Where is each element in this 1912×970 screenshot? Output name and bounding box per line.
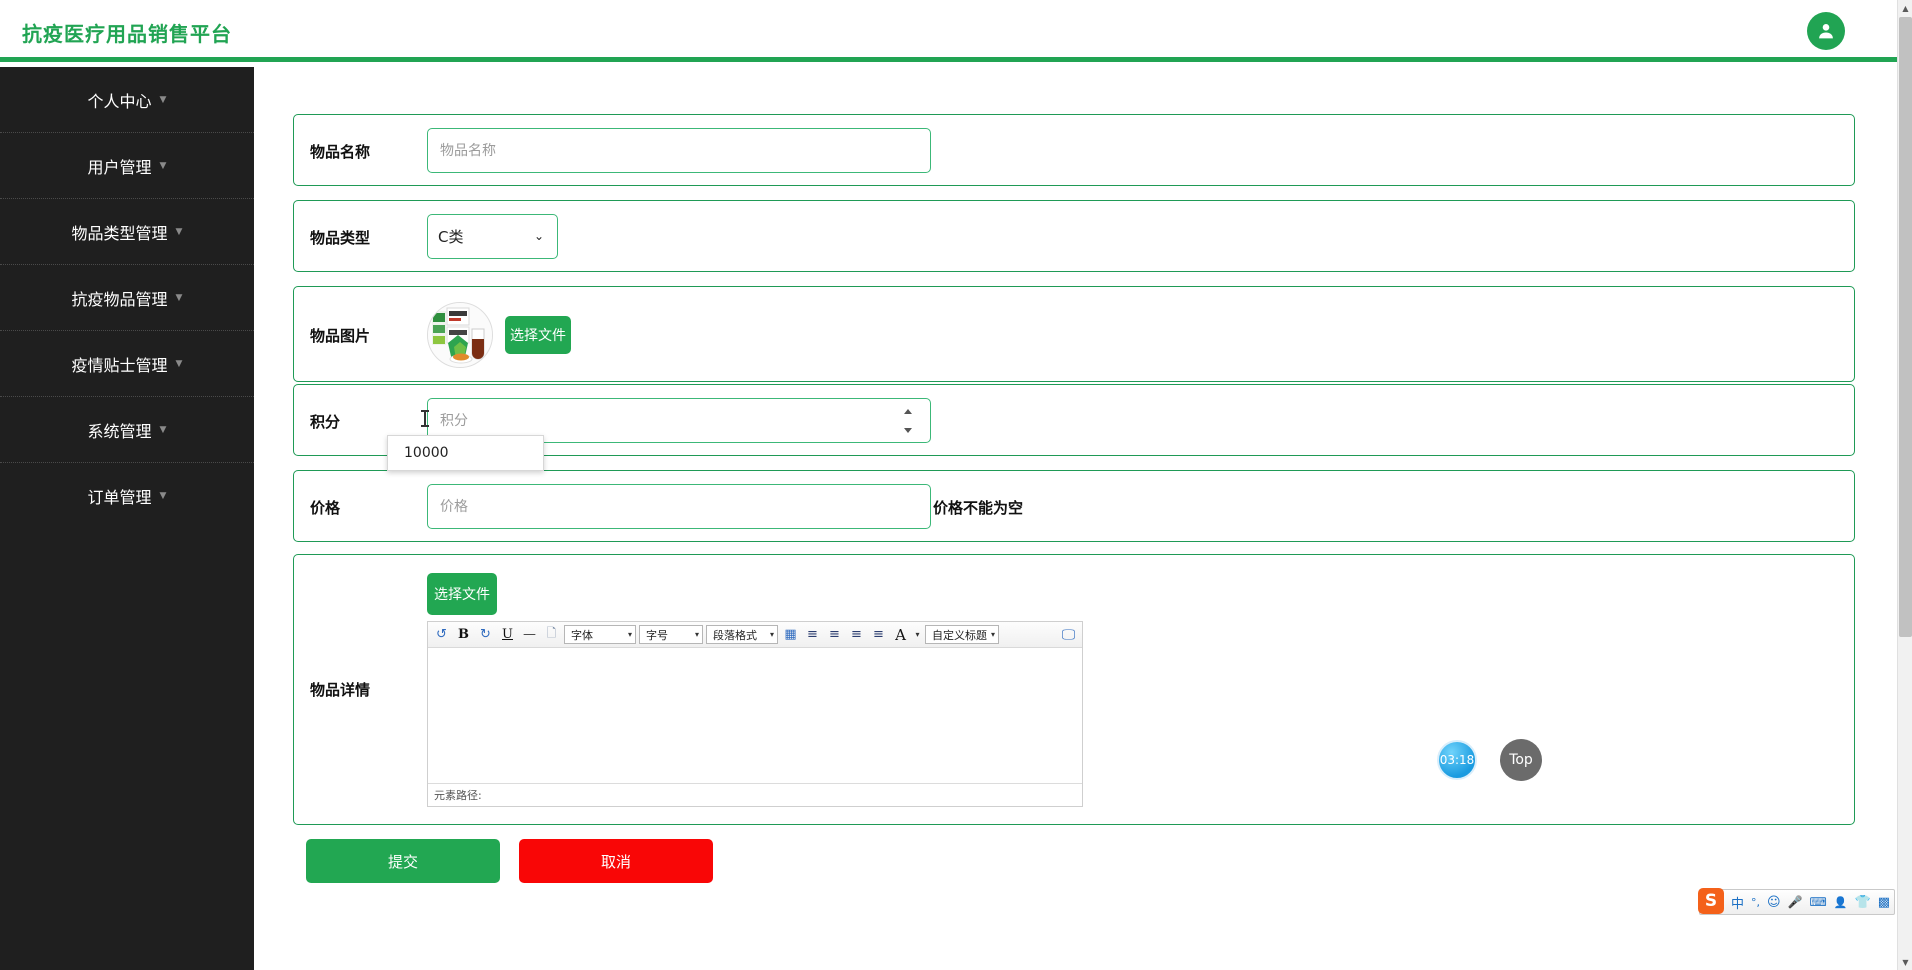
sidebar-item-label: 用户管理 [87,157,152,177]
rich-text-editor: ↺ B ↻ U — 🗋 字体 ▾ 字号 ▾ 段落格式 ▾ ▦ ≡ ≡ ≡ ≡ A… [427,621,1083,807]
sidebar-item-label: 物品类型管理 [71,223,168,243]
sidebar-item-order-management[interactable]: 订单管理 ▼ [0,463,254,529]
fullscreen-icon[interactable]: 🖵 [1059,625,1078,645]
user-center-icon[interactable]: 👤 [1834,896,1848,909]
form-row-price: 价格 价格不能为空 [293,470,1855,542]
sidebar-item-label: 抗疫物品管理 [71,289,168,309]
sidebar-item-tips-management[interactable]: 疫情贴士管理 ▼ [0,331,254,397]
chevron-down-icon: ▾ [694,630,699,639]
timer-badge[interactable]: 03:18 [1437,740,1477,780]
chevron-down-icon: ▼ [159,424,167,435]
paragraph-format-select[interactable]: 段落格式 ▾ [706,625,778,644]
product-photo-icon [428,303,492,367]
cancel-button[interactable]: 取消 [519,839,713,883]
emoji-icon[interactable]: ☺ [1767,895,1781,910]
sidebar-item-label: 系统管理 [87,421,152,441]
item-detail-label: 物品详情 [310,681,371,699]
horizontal-rule-icon[interactable]: — [520,625,539,645]
choose-detail-file-button[interactable]: 选择文件 [427,573,497,615]
sidebar-item-supplies-management[interactable]: 抗疫物品管理 ▼ [0,265,254,331]
editor-toolbar: ↺ B ↻ U — 🗋 字体 ▾ 字号 ▾ 段落格式 ▾ ▦ ≡ ≡ ≡ ≡ A… [428,622,1082,648]
toolbox-icon[interactable]: ▩ [1878,895,1890,910]
soft-keyboard-icon[interactable]: ⌨ [1810,895,1827,909]
form-row-item-detail: 物品详情 选择文件 ↺ B ↻ U — 🗋 字体 ▾ 字号 ▾ 段落格式 ▾ ▦… [293,554,1855,825]
sidebar-item-item-type-management[interactable]: 物品类型管理 ▼ [0,199,254,265]
sidebar-item-label: 订单管理 [87,488,152,507]
bold-icon[interactable]: B [454,625,473,645]
item-name-input[interactable] [427,128,931,173]
sidebar-item-personal-center[interactable]: 个人中心 ▼ [0,67,254,133]
punctuation-icon[interactable]: °, [1751,896,1760,909]
sidebar-item-system-management[interactable]: 系统管理 ▼ [0,397,254,463]
custom-title-select[interactable]: 自定义标题 ▾ [925,625,1000,644]
editor-element-path: 元素路径: [428,783,1082,805]
item-name-label: 物品名称 [310,143,371,161]
skin-icon[interactable]: 👕 [1855,895,1871,910]
form-row-item-image: 物品图片 选择文件 [293,286,1855,382]
chevron-down-icon: ▼ [175,358,183,369]
choose-image-file-button[interactable]: 选择文件 [505,316,571,354]
price-label: 价格 [310,499,341,517]
sidebar-item-label: 疫情贴士管理 [71,355,168,375]
item-image-label: 物品图片 [310,327,371,345]
chevron-down-icon: ▾ [769,630,774,639]
main-content: 物品名称 物品类型 C类 ⌄ 物品图片 [254,67,1897,970]
item-image-thumbnail[interactable] [427,302,493,368]
item-type-label: 物品类型 [310,229,371,247]
back-to-top-button[interactable]: Top [1500,739,1542,781]
font-size-value: 字号 [646,628,668,642]
chevron-down-icon: ▼ [159,160,167,171]
font-color-chevron-down-icon[interactable]: ▾ [913,625,922,645]
paragraph-format-value: 段落格式 [713,628,757,642]
scrollbar-thumb[interactable] [1899,17,1912,637]
price-input[interactable] [427,484,931,529]
scroll-down-icon[interactable]: ▼ [1898,954,1912,970]
page-scrollbar[interactable]: ▲ ▼ [1897,0,1912,970]
chinese-mode-icon[interactable]: 中 [1731,893,1744,912]
font-family-value: 字体 [571,628,593,642]
insert-table-icon[interactable]: ▦ [781,625,800,645]
sidebar-item-label: 个人中心 [87,91,152,111]
redo-icon[interactable]: ↻ [476,625,495,645]
sidebar: 个人中心 ▼ 用户管理 ▼ 物品类型管理 ▼ 抗疫物品管理 ▼ 疫情贴士管理 ▼… [0,67,254,970]
form-row-item-name: 物品名称 [293,114,1855,186]
points-autocomplete-dropdown[interactable]: 10000 [387,435,544,471]
app-header: 抗疫医疗用品销售平台 [0,0,1897,62]
points-label: 积分 [310,413,341,431]
page-break-icon[interactable]: 🗋 [542,625,561,645]
align-left-icon[interactable]: ≡ [803,625,822,645]
chevron-down-icon: ▼ [175,292,183,303]
font-family-select[interactable]: 字体 ▾ [564,625,636,644]
align-justify-icon[interactable]: ≡ [869,625,888,645]
custom-title-value: 自定义标题 [932,628,987,642]
form-row-item-type: 物品类型 C类 ⌄ [293,200,1855,272]
chevron-down-icon: ▼ [159,491,167,501]
font-color-icon[interactable]: A [891,625,910,645]
chevron-down-icon: ▼ [175,226,183,237]
chevron-down-icon: ▼ [159,94,167,105]
chevron-down-icon: ▾ [991,630,996,639]
sogou-logo-icon[interactable]: S [1698,888,1724,914]
editor-content-area[interactable] [428,648,1082,783]
chevron-down-icon: ▾ [627,630,632,639]
price-error-message: 价格不能为空 [933,499,1024,517]
text-caret-icon [421,410,429,427]
avatar[interactable] [1807,12,1845,50]
autocomplete-option[interactable]: 10000 [388,436,543,470]
align-right-icon[interactable]: ≡ [847,625,866,645]
item-type-select[interactable]: C类 [427,214,558,259]
submit-button[interactable]: 提交 [306,839,500,883]
underline-icon[interactable]: U [498,625,517,645]
scroll-up-icon[interactable]: ▲ [1898,0,1912,16]
font-size-select[interactable]: 字号 ▾ [639,625,703,644]
undo-icon[interactable]: ↺ [432,625,451,645]
user-icon [1819,24,1833,39]
align-center-icon[interactable]: ≡ [825,625,844,645]
app-title: 抗疫医疗用品销售平台 [22,22,232,46]
ime-toolbar[interactable]: S 中 °, ☺ 🎤 ⌨ 👤 👕 ▩ [1698,888,1896,915]
voice-input-icon[interactable]: 🎤 [1788,895,1803,909]
sidebar-item-user-management[interactable]: 用户管理 ▼ [0,133,254,199]
